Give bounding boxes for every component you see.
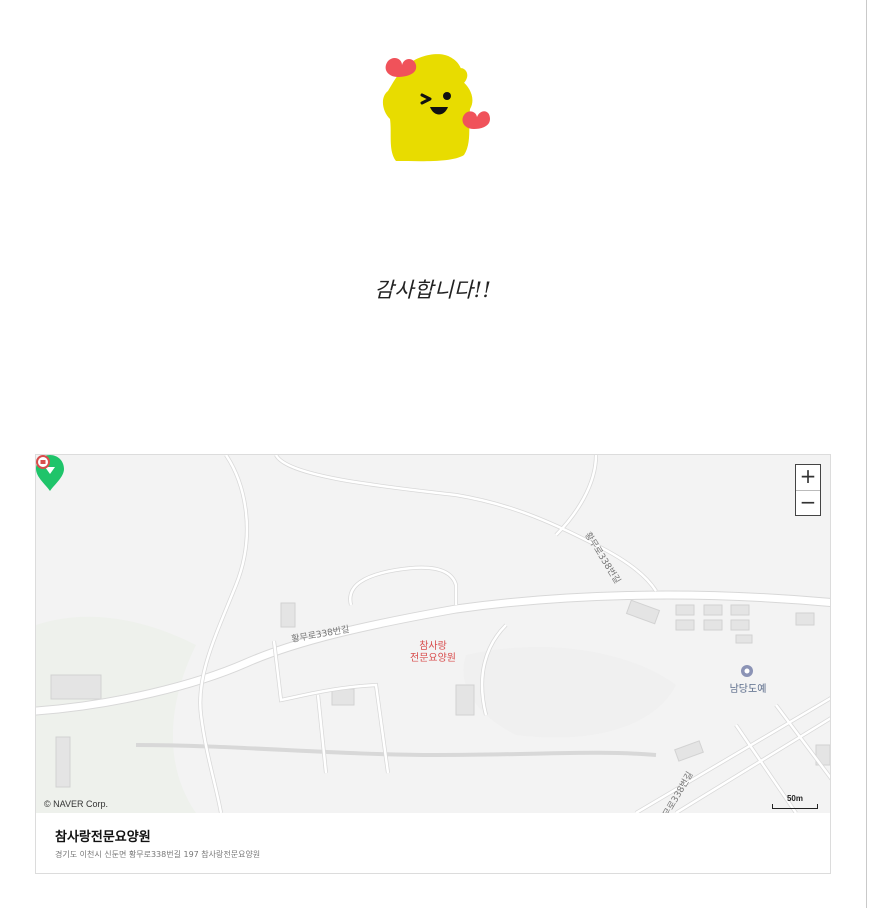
place-address: 경기도 이천시 신둔면 황무로338번길 197 참사랑전문요양원 xyxy=(55,850,261,859)
map-scale: 50m xyxy=(772,794,818,809)
mascot-illustration xyxy=(382,54,490,162)
thank-you-message: 감사합니다!! xyxy=(374,278,492,302)
scale-bar xyxy=(772,804,818,809)
page-edge-rule xyxy=(866,0,867,908)
map-view[interactable]: 황무로338번길 황무로338번길 황무로338번길 참사랑 전문요양원 남당도… xyxy=(36,455,830,813)
map-card: 황무로338번길 황무로338번길 황무로338번길 참사랑 전문요양원 남당도… xyxy=(35,454,831,874)
map-roads xyxy=(36,455,830,813)
zoom-out-button[interactable]: − xyxy=(796,491,820,516)
place-info: 참사랑전문요양원 경기도 이천시 신둔면 황무로338번길 197 참사랑전문요… xyxy=(36,813,830,873)
zoom-control: + − xyxy=(795,464,821,516)
poi-label: 남당도예 xyxy=(729,684,767,695)
place-marker-label: 참사랑 전문요양원 xyxy=(410,641,456,664)
zoom-in-button[interactable]: + xyxy=(796,465,820,491)
poi-icon xyxy=(741,665,753,677)
place-name[interactable]: 참사랑전문요양원 xyxy=(55,826,151,845)
scale-label: 50m xyxy=(786,794,803,803)
hospital-icon xyxy=(36,455,50,469)
map-copyright[interactable]: © NAVER Corp. xyxy=(44,799,108,809)
